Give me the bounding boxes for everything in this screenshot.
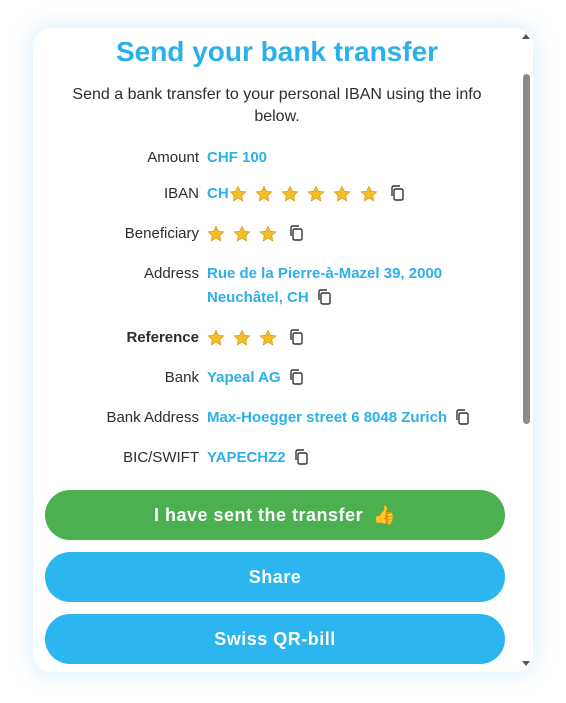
sent-transfer-label: I have sent the transfer [154, 504, 364, 525]
address-line1: Rue de la Pierre-à-Mazel 39, 2000 [207, 265, 443, 282]
swiss-qr-bill-button[interactable]: Swiss QR-bill [45, 614, 505, 664]
bic-label: BIC/SWIFT [123, 449, 199, 466]
star-icon [333, 185, 351, 203]
beneficiary-masked-stars [207, 222, 281, 246]
copy-beneficiary-icon[interactable] [289, 225, 303, 241]
star-icon [259, 225, 277, 243]
beneficiary-value [207, 222, 507, 246]
copy-address-icon[interactable] [317, 289, 331, 305]
vertical-scrollbar[interactable] [521, 28, 533, 672]
iban-label: IBAN [163, 185, 199, 202]
bic-value: YAPECHZ2 [207, 446, 507, 470]
bank-value: Yapeal AG [207, 366, 507, 390]
scroll-up-arrow-icon[interactable] [522, 34, 530, 39]
copy-bank-address-icon[interactable] [455, 409, 469, 425]
share-button[interactable]: Share [45, 552, 505, 602]
sent-transfer-button[interactable]: I have sent the transfer 👍 [45, 490, 505, 540]
scrollbar-thumb[interactable] [523, 74, 530, 424]
star-icon [281, 185, 299, 203]
iban-masked-stars [229, 182, 382, 206]
star-icon [360, 185, 378, 203]
star-icon [229, 185, 247, 203]
address-value: Rue de la Pierre-à-Mazel 39, 2000 Neuchâ… [207, 262, 507, 310]
address-label: Address [143, 265, 199, 282]
scroll-down-arrow-icon[interactable] [522, 661, 530, 666]
bic-text: YAPECHZ2 [207, 449, 286, 466]
beneficiary-label: Beneficiary [124, 225, 199, 242]
reference-label: Reference [126, 329, 199, 346]
card-content: Send your bank transfer Send a bank tran… [33, 28, 521, 672]
bank-label: Bank [164, 369, 199, 386]
thumbs-up-icon: 👍 [373, 504, 396, 525]
copy-bank-icon[interactable] [289, 369, 303, 385]
star-icon [255, 185, 273, 203]
page-subtitle: Send a bank transfer to your personal IB… [72, 86, 482, 125]
star-icon [259, 329, 277, 347]
bank-address-value: Max-Hoegger street 6 8048 Zurich [207, 406, 507, 430]
bank-name: Yapeal AG [207, 369, 281, 386]
address-line2: Neuchâtel, CH [207, 289, 309, 306]
amount-value: CHF 100 [207, 149, 268, 166]
copy-iban-icon[interactable] [390, 185, 404, 201]
bank-transfer-card: Send your bank transfer Send a bank tran… [33, 28, 533, 672]
bank-address-label: Bank Address [106, 409, 199, 426]
reference-masked-stars [207, 326, 281, 350]
star-icon [233, 329, 251, 347]
iban-value: CH [207, 182, 507, 206]
copy-reference-icon[interactable] [289, 329, 303, 345]
amount-label: Amount [147, 149, 199, 166]
copy-bic-icon[interactable] [294, 449, 308, 465]
page-title: Send your bank transfer [115, 36, 439, 67]
star-icon [233, 225, 251, 243]
star-icon [207, 329, 225, 347]
iban-prefix: CH [207, 185, 229, 202]
star-icon [207, 225, 225, 243]
reference-value [207, 326, 507, 350]
bank-address-text: Max-Hoegger street 6 8048 Zurich [207, 409, 448, 426]
star-icon [307, 185, 325, 203]
